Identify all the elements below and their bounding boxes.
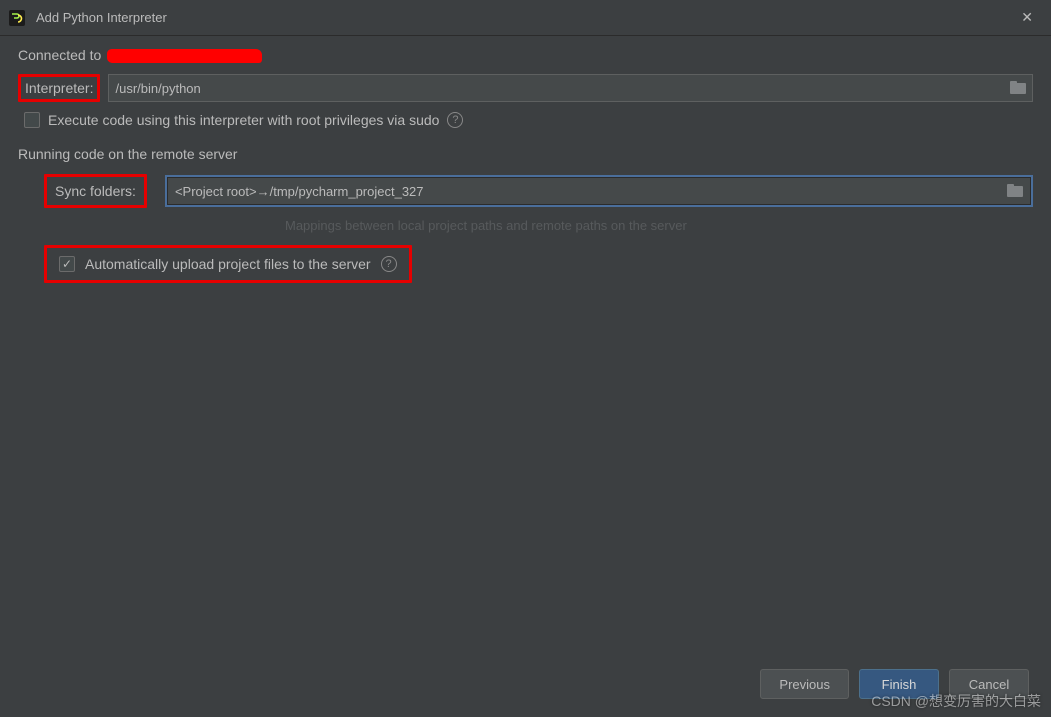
auto-upload-label: Automatically upload project files to th… bbox=[85, 256, 371, 272]
connected-row: Connected to bbox=[18, 46, 1033, 64]
sync-folders-label: Sync folders: bbox=[44, 174, 147, 208]
dialog-content: Connected to Interpreter: Execute code u… bbox=[0, 36, 1051, 293]
execute-root-label: Execute code using this interpreter with… bbox=[48, 112, 439, 128]
close-icon[interactable]: ✕ bbox=[1011, 5, 1043, 30]
execute-root-checkbox[interactable] bbox=[24, 112, 40, 128]
previous-button[interactable]: Previous bbox=[760, 669, 849, 699]
mappings-hint: Mappings between local project paths and… bbox=[285, 218, 1033, 233]
interpreter-path-field[interactable] bbox=[108, 74, 1033, 102]
help-icon[interactable]: ? bbox=[381, 256, 397, 272]
auto-upload-checkbox[interactable] bbox=[59, 256, 75, 272]
finish-button[interactable]: Finish bbox=[859, 669, 939, 699]
help-icon[interactable]: ? bbox=[447, 112, 463, 128]
redacted-host bbox=[107, 46, 262, 64]
title-bar: Add Python Interpreter ✕ bbox=[0, 0, 1051, 36]
interpreter-label: Interpreter: bbox=[18, 74, 100, 102]
connected-label: Connected to bbox=[18, 47, 101, 63]
browse-folder-icon[interactable] bbox=[1007, 184, 1023, 198]
execute-root-row: Execute code using this interpreter with… bbox=[24, 112, 1033, 128]
button-bar: Previous Finish Cancel bbox=[760, 669, 1029, 699]
remote-section-title: Running code on the remote server bbox=[18, 146, 1033, 162]
browse-folder-icon[interactable] bbox=[1010, 81, 1026, 95]
interpreter-row: Interpreter: bbox=[18, 74, 1033, 102]
pycharm-icon bbox=[8, 9, 26, 27]
auto-upload-row: Automatically upload project files to th… bbox=[44, 245, 412, 283]
sync-folders-input[interactable] bbox=[175, 184, 1007, 199]
cancel-button[interactable]: Cancel bbox=[949, 669, 1029, 699]
sync-folders-field[interactable] bbox=[165, 175, 1033, 207]
window-title: Add Python Interpreter bbox=[36, 10, 167, 25]
sync-folders-row: Sync folders: bbox=[44, 174, 1033, 208]
interpreter-path-input[interactable] bbox=[115, 81, 1010, 96]
